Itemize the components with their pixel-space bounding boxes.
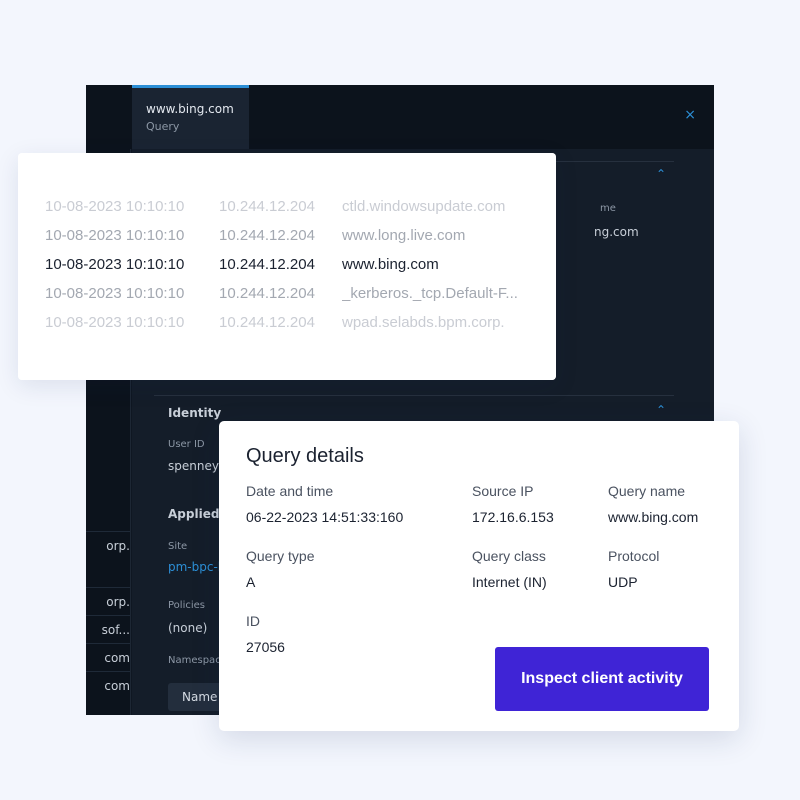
table-row[interactable]: 10-08-2023 10:10:10 10.244.12.204 www.bi… xyxy=(18,256,556,280)
domain-fragment: ng.com xyxy=(594,225,639,239)
list-item[interactable]: orp. xyxy=(86,587,130,616)
inspect-client-activity-button[interactable]: Inspect client activity xyxy=(495,647,709,711)
row-ip: 10.244.12.204 xyxy=(219,314,315,331)
chevron-up-icon[interactable]: ⌃ xyxy=(656,167,666,181)
query-class-value: Internet (IN) xyxy=(472,574,547,590)
row-ip: 10.244.12.204 xyxy=(219,227,315,244)
page-title: Query details xyxy=(246,445,364,467)
user-id-label: User ID xyxy=(168,439,205,450)
protocol-value: UDP xyxy=(608,574,638,590)
query-type-label: Query type xyxy=(246,548,315,564)
chevron-up-icon[interactable]: ⌃ xyxy=(656,403,666,417)
header-fragment: me xyxy=(600,203,616,214)
row-date: 10-08-2023 10:10:10 xyxy=(45,198,185,215)
row-domain: www.bing.com xyxy=(342,256,439,273)
row-ip: 10.244.12.204 xyxy=(219,285,315,302)
protocol-label: Protocol xyxy=(608,548,660,564)
user-id-value: spenneyh xyxy=(168,459,227,473)
namespace-label: Namespac xyxy=(168,655,221,666)
divider xyxy=(154,395,674,396)
list-item[interactable]: sof... xyxy=(86,615,130,644)
tab-query-title: www.bing.com xyxy=(146,102,234,116)
list-item[interactable]: orp. xyxy=(86,531,130,560)
query-name-label: Query name xyxy=(608,483,686,499)
query-log-card: 10-08-2023 10:10:10 10.244.12.204 ctld.w… xyxy=(18,153,556,380)
row-date: 10-08-2023 10:10:10 xyxy=(45,227,185,244)
row-date: 10-08-2023 10:10:10 xyxy=(45,285,185,302)
close-icon[interactable]: × xyxy=(684,107,696,123)
table-row[interactable]: 10-08-2023 10:10:10 10.244.12.204 ctld.w… xyxy=(18,198,556,222)
query-name-value: www.bing.com xyxy=(608,509,699,525)
source-ip-label: Source IP xyxy=(472,483,534,499)
tab-query-subtitle: Query xyxy=(146,120,180,133)
list-item[interactable]: com xyxy=(86,671,130,700)
row-ip: 10.244.12.204 xyxy=(219,256,315,273)
id-value: 27056 xyxy=(246,639,285,655)
date-value: 06-22-2023 14:51:33:160 xyxy=(246,509,404,525)
query-class-label: Query class xyxy=(472,548,546,564)
id-label: ID xyxy=(246,613,260,629)
table-row[interactable]: 10-08-2023 10:10:10 10.244.12.204 wpad.s… xyxy=(18,314,556,338)
row-date: 10-08-2023 10:10:10 xyxy=(45,256,185,273)
table-row[interactable]: 10-08-2023 10:10:10 10.244.12.204 www.lo… xyxy=(18,227,556,251)
dark-tab-bar: www.bing.com Query × xyxy=(86,85,714,149)
policies-value: (none) xyxy=(168,621,208,635)
table-row[interactable]: 10-08-2023 10:10:10 10.244.12.204 _kerbe… xyxy=(18,285,556,309)
query-details-card: Query details Date and time 06-22-2023 1… xyxy=(219,421,739,731)
site-link[interactable]: pm-bpc-l xyxy=(168,560,221,574)
list-item[interactable]: com xyxy=(86,643,130,672)
row-domain: wpad.selabds.bpm.corp. xyxy=(342,314,505,331)
row-ip: 10.244.12.204 xyxy=(219,198,315,215)
row-date: 10-08-2023 10:10:10 xyxy=(45,314,185,331)
row-domain: www.long.live.com xyxy=(342,227,466,244)
tab-query[interactable]: www.bing.com Query xyxy=(132,85,249,149)
site-label: Site xyxy=(168,541,188,552)
row-domain: _kerberos._tcp.Default-F... xyxy=(342,285,518,302)
source-ip-value: 172.16.6.153 xyxy=(472,509,554,525)
identity-heading: Identity xyxy=(168,406,222,420)
date-label: Date and time xyxy=(246,483,334,499)
query-type-value: A xyxy=(246,574,256,590)
row-domain: ctld.windowsupdate.com xyxy=(342,198,506,215)
policies-label: Policies xyxy=(168,600,205,611)
